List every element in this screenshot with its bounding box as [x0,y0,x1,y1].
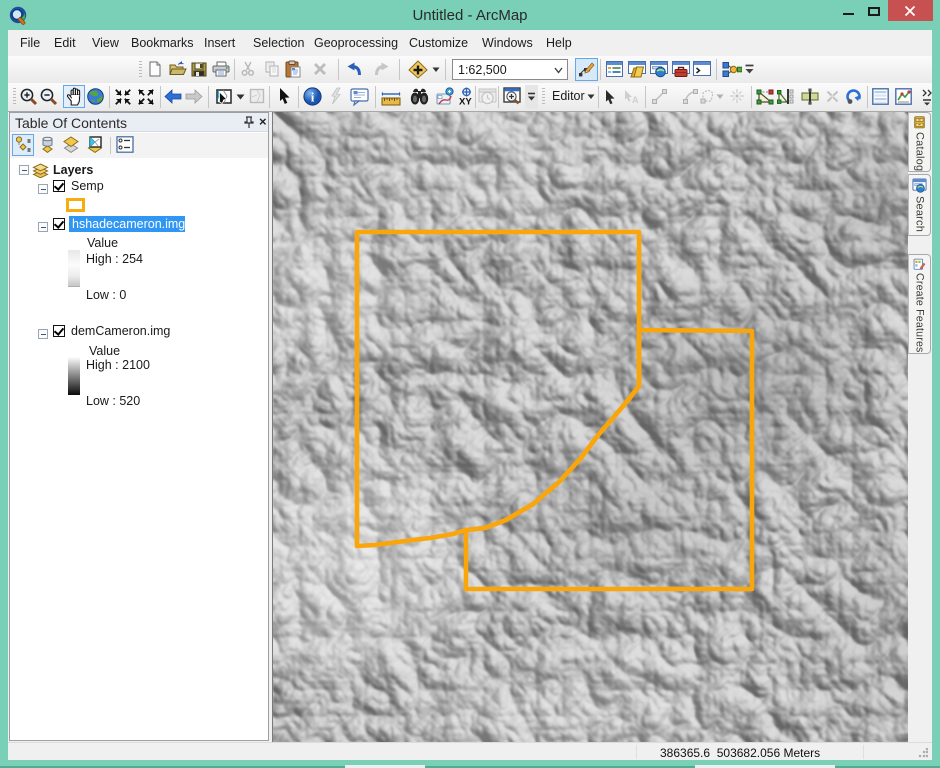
svg-text:XY: XY [459,97,472,107]
svg-text:i: i [311,90,315,105]
svg-text:A: A [632,95,639,105]
